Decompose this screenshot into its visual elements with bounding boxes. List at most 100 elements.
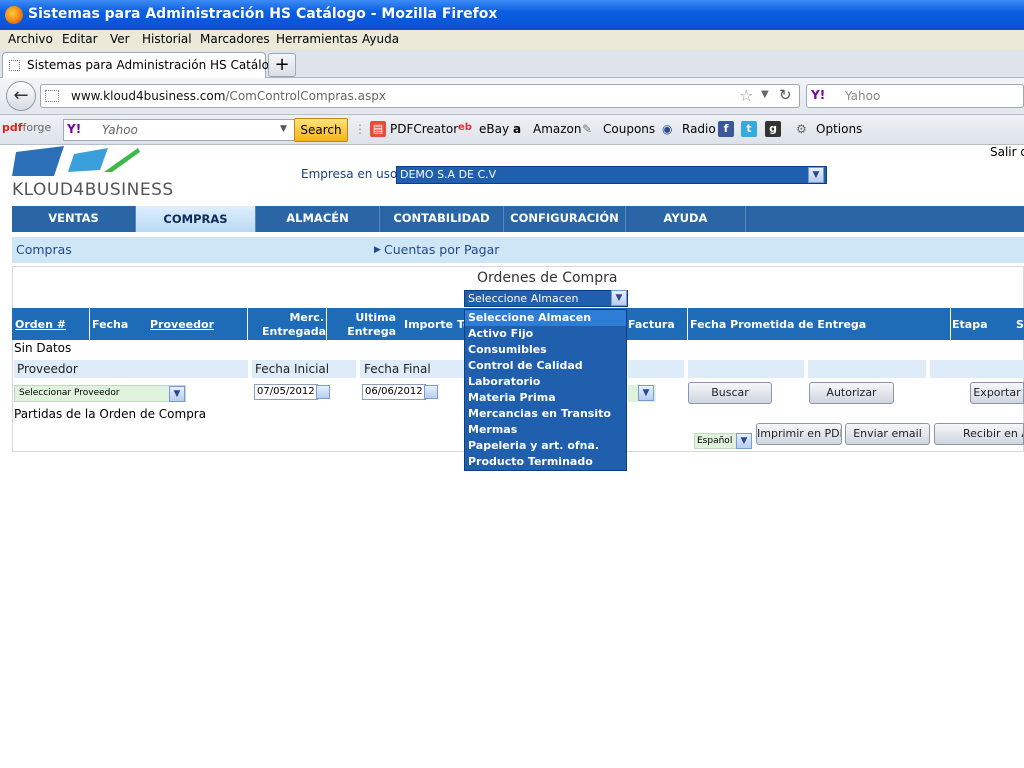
calendar-icon[interactable] bbox=[316, 385, 330, 399]
url-host: www.kloud4business.com bbox=[71, 89, 226, 103]
options-gear-icon: ⚙ bbox=[796, 122, 807, 136]
pdfforge-logo[interactable]: pdfforge bbox=[2, 121, 51, 134]
almacen-option[interactable]: Materia Prima bbox=[465, 390, 626, 406]
nav-ayuda[interactable]: AYUDA bbox=[626, 206, 746, 232]
chevron-down-icon[interactable]: ▼ bbox=[169, 386, 185, 402]
window-title-bar: Sistemas para Administración HS Catálogo… bbox=[0, 0, 1024, 30]
yahoo-icon: Y! bbox=[67, 122, 82, 136]
menu-marcadores[interactable]: Marcadores bbox=[200, 32, 270, 46]
partidas-title: Partidas de la Orden de Compra bbox=[14, 407, 207, 421]
sub-nav: Compras ▶ Cuentas por Pagar bbox=[12, 237, 1024, 263]
nav-ventas[interactable]: VENTAS bbox=[12, 206, 136, 232]
facebook-icon[interactable]: f bbox=[718, 121, 734, 137]
menu-historial[interactable]: Historial bbox=[142, 32, 192, 46]
proveedor-select[interactable]: Seleccionar Proveedor ▼ bbox=[14, 385, 186, 402]
almacen-option[interactable]: Control de Calidad bbox=[465, 358, 626, 374]
browser-search-box[interactable]: Y! Yahoo bbox=[806, 84, 1024, 108]
coupons-button[interactable]: Coupons bbox=[603, 122, 655, 136]
almacen-select[interactable]: Seleccione Almacen ▼ bbox=[464, 290, 628, 307]
almacen-option[interactable]: Producto Terminado bbox=[465, 454, 626, 470]
menu-editar[interactable]: Editar bbox=[62, 32, 98, 46]
almacen-option[interactable]: Mercancias en Transito bbox=[465, 406, 626, 422]
page-icon bbox=[9, 60, 20, 71]
exportar-button[interactable]: Exportar bbox=[970, 382, 1024, 404]
pdfcreator-button[interactable]: PDFCreator bbox=[390, 122, 458, 136]
enviar-email-button[interactable]: Enviar email bbox=[845, 423, 930, 445]
almacen-option[interactable]: Laboratorio bbox=[465, 374, 626, 390]
google-plus-icon[interactable]: g bbox=[765, 121, 781, 137]
new-tab-button[interactable]: + bbox=[268, 53, 296, 77]
col-separator bbox=[326, 308, 327, 340]
buscar-button[interactable]: Buscar bbox=[688, 382, 772, 404]
twitter-icon[interactable]: t bbox=[741, 121, 757, 137]
pdfforge-forge-text: forge bbox=[22, 121, 52, 134]
almacen-option[interactable]: Papeleria y art. ofna. bbox=[465, 438, 626, 454]
subnav-cuentas-por-pagar[interactable]: Cuentas por Pagar bbox=[384, 242, 499, 257]
radio-button[interactable]: Radio bbox=[682, 122, 716, 136]
triangle-right-icon: ▶ bbox=[374, 245, 381, 255]
browser-search-placeholder: Yahoo bbox=[845, 89, 881, 103]
nav-almacen[interactable]: ALMACÉN bbox=[256, 206, 380, 232]
almacen-dropdown-list: Seleccione Almacen Activo Fijo Consumibl… bbox=[464, 309, 627, 471]
menu-ayuda[interactable]: Ayuda bbox=[362, 32, 399, 46]
almacen-option[interactable]: Seleccione Almacen bbox=[465, 310, 626, 326]
history-dropdown-icon[interactable]: ▼ bbox=[761, 89, 769, 100]
reload-icon[interactable]: ↻ bbox=[779, 86, 792, 104]
filter-header-cell bbox=[808, 360, 926, 378]
almacen-option[interactable]: Activo Fijo bbox=[465, 326, 626, 342]
logout-link[interactable]: Salir d bbox=[990, 145, 1024, 159]
subnav-compras[interactable]: Compras bbox=[16, 242, 72, 257]
yahoo-search-button[interactable]: Search bbox=[294, 118, 348, 142]
ebay-button[interactable]: eBay bbox=[479, 122, 509, 136]
fecha-final-label: Fecha Final bbox=[364, 362, 431, 376]
amazon-icon: a bbox=[513, 122, 522, 136]
col-fecha-prometida: Fecha Prometida de Entrega bbox=[690, 318, 867, 331]
almacen-option[interactable]: Mermas bbox=[465, 422, 626, 438]
nav-contabilidad[interactable]: CONTABILIDAD bbox=[380, 206, 504, 232]
col-separator bbox=[247, 308, 248, 340]
fecha-final-input[interactable]: 06/06/2012 bbox=[362, 384, 426, 400]
nav-configuracion[interactable]: CONFIGURACIÓN bbox=[504, 206, 626, 232]
fecha-inicial-input[interactable]: 07/05/2012 bbox=[254, 384, 318, 400]
ebay-icon: eb bbox=[458, 122, 472, 133]
menu-herramientas[interactable]: Herramientas bbox=[276, 32, 358, 46]
chevron-down-icon[interactable]: ▼ bbox=[736, 433, 752, 449]
chevron-down-icon[interactable]: ▼ bbox=[808, 167, 824, 183]
chevron-down-icon[interactable]: ▼ bbox=[638, 385, 654, 401]
almacen-selected-value: Seleccione Almacen bbox=[468, 292, 579, 305]
yahoo-search-input[interactable]: Y! Yahoo ▼ bbox=[63, 119, 295, 141]
hidden-select-partial[interactable]: ▼ bbox=[628, 385, 656, 402]
empresa-label: Empresa en uso: bbox=[301, 167, 402, 181]
almacen-option[interactable]: Consumibles bbox=[465, 342, 626, 358]
calendar-icon[interactable] bbox=[424, 385, 438, 399]
bookmark-star-icon[interactable]: ☆ bbox=[739, 86, 753, 105]
yahoo-logo-icon: Y! bbox=[811, 88, 826, 102]
col-orden[interactable]: Orden # bbox=[15, 318, 66, 331]
col-proveedor[interactable]: Proveedor bbox=[150, 318, 214, 331]
logo-text: KLOUD4BUSINESS bbox=[12, 180, 174, 200]
col-fecha: Fecha bbox=[92, 318, 129, 331]
back-arrow-icon[interactable]: ← bbox=[6, 81, 36, 111]
browser-tab[interactable]: Sistemas para Administración HS Catálogo bbox=[2, 52, 284, 78]
yahoo-dropdown-icon[interactable]: ▼ bbox=[280, 124, 287, 134]
proveedor-label: Proveedor bbox=[17, 362, 78, 376]
menu-ver[interactable]: Ver bbox=[110, 32, 130, 46]
idioma-select[interactable]: Español ▼ bbox=[694, 433, 752, 449]
empresa-select[interactable]: DEMO S.A DE C.V ▼ bbox=[396, 166, 827, 184]
autorizar-button[interactable]: Autorizar bbox=[809, 382, 894, 404]
nav-compras[interactable]: COMPRAS bbox=[136, 206, 256, 232]
options-button[interactable]: Options bbox=[816, 122, 862, 136]
menu-archivo[interactable]: Archivo bbox=[8, 32, 53, 46]
imprimir-pdf-button[interactable]: Imprimir en PDF bbox=[756, 423, 842, 445]
col-factura: Factura bbox=[628, 318, 675, 331]
col-separator bbox=[950, 308, 951, 340]
firefox-logo-icon bbox=[5, 6, 23, 24]
site-identity-icon[interactable] bbox=[45, 90, 59, 102]
filter-header-cell bbox=[628, 360, 684, 378]
amazon-button[interactable]: Amazon bbox=[533, 122, 582, 136]
recibir-almacen-button[interactable]: Recibir en Alm bbox=[934, 423, 1024, 445]
yahoo-search-placeholder: Yahoo bbox=[102, 123, 138, 137]
empresa-value: DEMO S.A DE C.V bbox=[400, 168, 497, 181]
chevron-down-icon[interactable]: ▼ bbox=[611, 290, 627, 306]
url-bar[interactable]: www.kloud4business.com/ComControlCompras… bbox=[40, 84, 800, 108]
